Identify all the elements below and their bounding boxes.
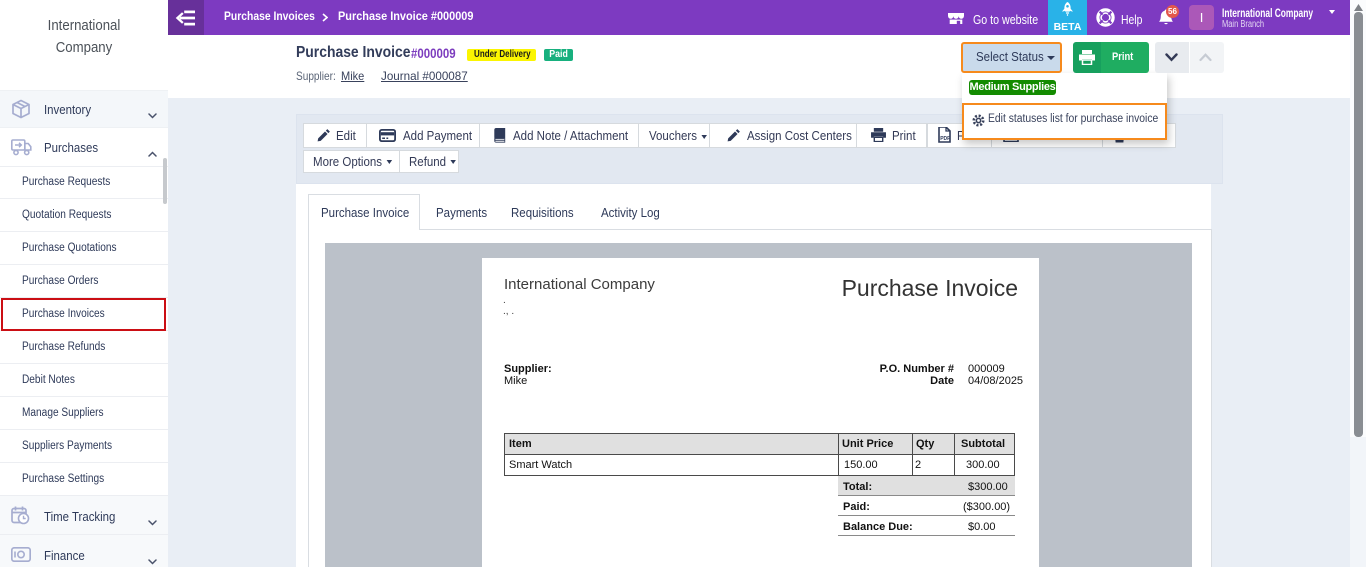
svg-text:PDF: PDF bbox=[940, 136, 950, 142]
